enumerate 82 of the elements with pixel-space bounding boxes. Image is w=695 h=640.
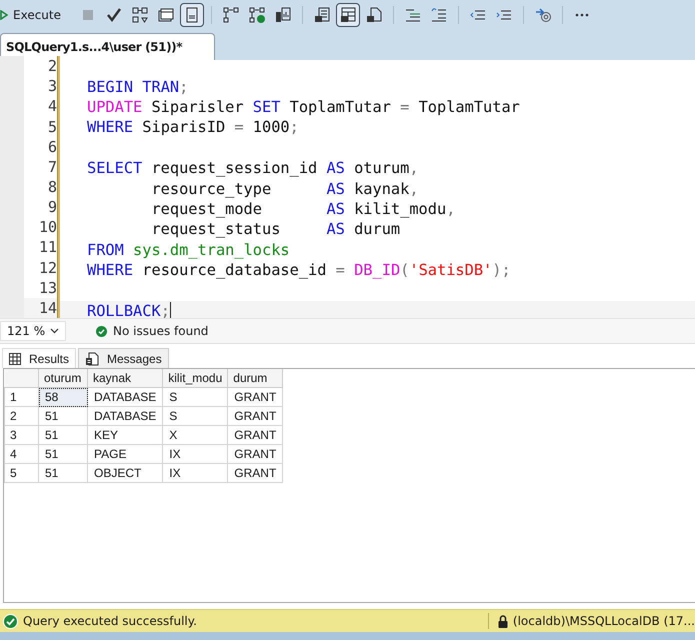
more-icon — [575, 13, 589, 17]
undo-lines-icon — [430, 6, 448, 24]
code-text: request_mode AS kilit_modu, — [150, 200, 456, 218]
table-cell: GRANT — [228, 444, 283, 464]
column-header[interactable]: kaynak — [88, 369, 163, 388]
check-circle-icon — [96, 326, 107, 336]
table-cell: GRANT — [228, 406, 283, 426]
toolbar-button[interactable] — [336, 3, 360, 27]
text-results-icon — [313, 6, 331, 24]
checkmark-icon — [105, 6, 123, 24]
connection-info: (localdb)\MSSQLLocalDB (17... — [512, 614, 695, 628]
grid-results-icon — [339, 6, 357, 24]
document-icon — [85, 352, 100, 366]
file-results-icon — [365, 6, 383, 24]
code-text: resource_type AS kaynak, — [150, 180, 419, 198]
lock-icon — [498, 614, 508, 628]
column-header[interactable]: kilit_modu — [162, 369, 228, 388]
document-tab[interactable]: SQLQuery1.s...4\user (51))* — [0, 33, 215, 60]
table-cell: 58 — [38, 388, 88, 406]
line-number: 7 — [48, 158, 57, 176]
line-number: 3 — [48, 77, 57, 96]
line-number: 4 — [48, 97, 57, 116]
line-number: 5 — [48, 118, 57, 136]
status-message: Query executed successfully. — [23, 614, 198, 628]
table-cell: 51 — [38, 464, 88, 482]
line-number: 10 — [38, 218, 57, 236]
results-tab[interactable]: Results — [2, 348, 76, 368]
connector-check-icon — [248, 6, 266, 24]
row-number: 3 — [4, 426, 38, 444]
line-number: 11 — [38, 238, 57, 256]
line-number: 9 — [48, 198, 57, 216]
check-circle-icon — [3, 614, 18, 628]
code-text: ROLLBACK; — [87, 302, 170, 318]
line-number: 14 — [38, 298, 57, 317]
code-text: BEGIN TRAN; — [87, 78, 188, 96]
line-number: 12 — [38, 258, 57, 277]
table-cell: PAGE — [88, 444, 163, 464]
table-cell: 51 — [38, 426, 88, 444]
connector-icon — [222, 6, 240, 24]
windows-icon — [157, 6, 175, 24]
execute-button[interactable]: Execute — [0, 3, 67, 27]
row-number: 2 — [4, 406, 38, 426]
table-cell: DATABASE — [88, 406, 163, 426]
column-header[interactable]: oturum — [38, 369, 88, 388]
line-number: 2 — [48, 57, 57, 76]
code-text: SELECT request_session_id AS oturum, — [87, 159, 419, 178]
results-tab[interactable]: Messages — [78, 348, 169, 368]
row-number: 5 — [4, 464, 38, 482]
code-text: UPDATE Siparisler SET ToplamTutar = ToplamTutar — [87, 98, 520, 116]
table-cell: KEY — [88, 426, 163, 444]
table-cell: 51 — [38, 406, 88, 426]
toolbar-button[interactable] — [180, 3, 204, 27]
table-cell: DATABASE — [88, 388, 163, 406]
tab-title: SQLQuery1.s...4\user (51))* — [6, 40, 182, 54]
table-cell: OBJECT — [88, 464, 163, 482]
code-text: WHERE resource_database_id = DB_ID('SatisDB'); — [87, 261, 511, 280]
zoom-dropdown[interactable]: 121 % — [0, 321, 66, 341]
table-cell: IX — [162, 444, 228, 464]
table-cell: S — [162, 388, 228, 406]
text-cursor — [170, 302, 171, 318]
table-cell: IX — [162, 464, 228, 482]
column-header[interactable]: durum — [228, 369, 283, 388]
table-cell: 51 — [38, 444, 88, 464]
code-text: request_status AS durum — [150, 220, 400, 238]
diagram-icon — [131, 6, 149, 24]
play-icon — [0, 10, 8, 20]
line-number: 6 — [48, 138, 57, 156]
grid-icon — [9, 352, 21, 364]
table-cell: S — [162, 406, 228, 426]
chart-icon — [274, 6, 292, 24]
table-cell: X — [162, 426, 228, 444]
code-text: WHERE SiparisID = 1000; — [87, 118, 299, 136]
table-cell: GRANT — [228, 464, 283, 482]
line-number: 13 — [38, 278, 57, 297]
table-cell: GRANT — [228, 426, 283, 444]
chevron-down-icon — [50, 328, 59, 334]
arrow-at-icon — [534, 6, 552, 24]
table-cell: GRANT — [228, 388, 283, 406]
issues-status: No issues found — [113, 324, 208, 338]
row-number: 4 — [4, 444, 38, 464]
line-number: 8 — [48, 178, 57, 196]
code-text: FROM sys.dm_tran_locks — [87, 240, 290, 259]
